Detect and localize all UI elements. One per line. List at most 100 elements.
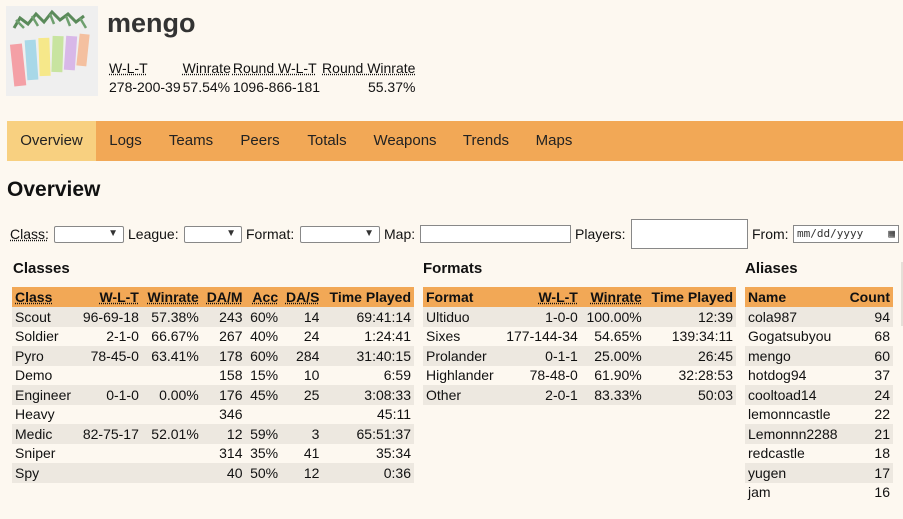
nav-tab-teams[interactable]: Teams (155, 121, 227, 161)
avatar (6, 6, 98, 96)
table-row: Sniper 314 35% 41 35:34 (12, 443, 414, 463)
chevron-down-icon: ▼ (226, 228, 236, 239)
table-cell: 45% (245, 385, 282, 405)
table-cell: 32:28:53 (644, 365, 736, 385)
nav-tab-peers[interactable]: Peers (227, 121, 293, 161)
format-filter-label: Format: (246, 226, 295, 242)
stat-value-winrate: 57.54% (182, 79, 231, 95)
table-cell (141, 404, 202, 424)
table-cell: 41 (281, 443, 323, 463)
nav-tab-logs[interactable]: Logs (96, 121, 155, 161)
col-header[interactable]: Count (844, 287, 893, 307)
classes-section-title: Classes (13, 260, 70, 277)
chevron-down-icon: ▼ (364, 228, 374, 239)
stat-value-round-winrate: 55.37% (367, 79, 416, 95)
col-header[interactable]: Acc (245, 287, 282, 307)
class-select[interactable]: ▼ (54, 226, 124, 243)
nav-tab-totals[interactable]: Totals (293, 121, 361, 161)
col-header[interactable]: W-L-T (499, 287, 581, 307)
map-input[interactable] (420, 225, 571, 243)
table-cell: 17 (844, 463, 893, 483)
table-row: Medic 82-75-17 52.01% 12 59% 3 65:51:37 (12, 424, 414, 444)
table-cell: 0-1-0 (76, 385, 142, 405)
table-cell: 25 (281, 385, 323, 405)
chevron-down-icon: ▼ (108, 228, 118, 239)
table-cell (76, 443, 142, 463)
table-cell: Demo (12, 365, 77, 385)
table-cell: 50:03 (644, 385, 736, 405)
table-cell: 25.00% (580, 346, 645, 366)
table-row: lemonncastle 22 (745, 404, 893, 424)
col-header[interactable]: Time Played (322, 287, 414, 307)
table-row: cola987 94 (745, 307, 893, 327)
table-cell: hotdog94 (745, 365, 845, 385)
table-cell: 0.00% (141, 385, 202, 405)
table-cell: 10 (281, 365, 323, 385)
aliases-section-title: Aliases (745, 260, 798, 277)
table-cell: Highlander (423, 365, 500, 385)
table-row: redcastle 18 (745, 443, 893, 463)
table-cell: 24 (844, 385, 893, 405)
calendar-icon[interactable]: ▦ (888, 226, 895, 242)
league-select[interactable]: ▼ (184, 226, 242, 243)
table-row: Spy 40 50% 12 0:36 (12, 463, 414, 483)
table-row: jam 16 (745, 482, 893, 502)
table-cell: lemonncastle (745, 404, 845, 424)
col-header[interactable]: DA/M (201, 287, 246, 307)
table-cell: Gogatsubyou (745, 326, 845, 346)
nav-tab-overview[interactable]: Overview (7, 121, 96, 161)
table-cell: 12:39 (644, 307, 736, 327)
table-cell: Prolander (423, 346, 500, 366)
table-row: Sixes 177-144-34 54.65% 139:34:11 (423, 326, 736, 346)
table-cell: 68 (844, 326, 893, 346)
table-cell: jam (745, 482, 845, 502)
col-header[interactable]: Time Played (644, 287, 736, 307)
format-select[interactable]: ▼ (300, 226, 380, 243)
player-name: mengo (107, 8, 196, 38)
table-cell (281, 404, 323, 424)
table-row: Gogatsubyou 68 (745, 326, 893, 346)
table-cell: mengo (745, 346, 845, 366)
col-header[interactable]: Class (12, 287, 77, 307)
class-filter-label: Class: (10, 226, 49, 242)
formats-table: Format W-L-T Winrate Time Played Ultiduo… (423, 287, 736, 405)
players-input[interactable] (631, 219, 748, 249)
table-cell: 14 (281, 307, 323, 327)
table-cell (141, 365, 202, 385)
table-cell: 2-0-1 (499, 385, 581, 405)
table-cell: 0:36 (322, 463, 414, 483)
table-cell: Scout (12, 307, 77, 327)
col-header[interactable]: Winrate (141, 287, 202, 307)
stat-header-winrate: Winrate (182, 60, 231, 76)
table-cell: 83.33% (580, 385, 645, 405)
table-cell: 66.67% (141, 326, 202, 346)
nav-tab-trends[interactable]: Trends (449, 121, 523, 161)
col-header[interactable]: Name (745, 287, 845, 307)
map-filter-label: Map: (384, 226, 416, 242)
table-cell: 0-1-1 (499, 346, 581, 366)
table-cell: 45:11 (322, 404, 414, 424)
player-stats: W-L-T Winrate Round W-L-T Round Winrate … (109, 59, 417, 97)
table-cell: 21 (844, 424, 893, 444)
table-cell: 60% (245, 346, 282, 366)
table-row: hotdog94 37 (745, 365, 893, 385)
table-cell: 176 (201, 385, 246, 405)
table-cell: 94 (844, 307, 893, 327)
table-cell: yugen (745, 463, 845, 483)
col-header[interactable]: W-L-T (76, 287, 142, 307)
table-cell: 314 (201, 443, 246, 463)
col-header[interactable]: Format (423, 287, 500, 307)
stat-header-round-winrate: Round Winrate (322, 60, 416, 76)
table-cell (76, 463, 142, 483)
table-cell: 6:59 (322, 365, 414, 385)
table-cell: 50% (245, 463, 282, 483)
from-date-input[interactable]: mm/dd/yyyy ▦ (793, 225, 899, 243)
col-header[interactable]: DA/S (281, 287, 323, 307)
col-header[interactable]: Winrate (580, 287, 645, 307)
nav-tab-maps[interactable]: Maps (523, 121, 585, 161)
nav-tab-weapons[interactable]: Weapons (361, 121, 449, 161)
table-row: Lemonnn2288 21 (745, 424, 893, 444)
from-date-placeholder: mm/dd/yyyy (797, 227, 864, 240)
table-cell: Spy (12, 463, 77, 483)
table-cell: 52.01% (141, 424, 202, 444)
